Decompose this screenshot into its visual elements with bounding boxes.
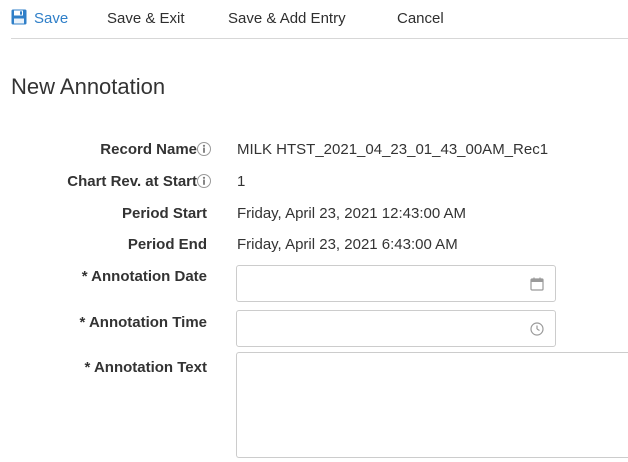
- toolbar: Save Save & Exit Save & Add Entry Cancel: [0, 0, 628, 38]
- page-title: New Annotation: [11, 74, 166, 99]
- annotation-date-field[interactable]: [236, 265, 556, 302]
- period-end-label: Period End: [127, 236, 207, 253]
- chart-rev-row: Chart Rev. at Start 1: [0, 172, 628, 192]
- period-start-label: Period Start: [121, 205, 207, 222]
- save-icon: [11, 9, 27, 25]
- record-name-label: Record Name: [100, 141, 197, 158]
- save-exit-button[interactable]: Save & Exit: [107, 9, 185, 29]
- chart-rev-value: 1: [237, 173, 246, 190]
- annotation-date-label: * Annotation Date: [81, 268, 207, 285]
- record-name-value: MILK HTST_2021_04_23_01_43_00AM_Rec1: [237, 141, 549, 158]
- chart-rev-label: Chart Rev. at Start: [67, 173, 197, 190]
- annotation-time-label: * Annotation Time: [79, 314, 208, 331]
- calendar-icon[interactable]: [530, 277, 544, 291]
- save-add-entry-button[interactable]: Save & Add Entry: [228, 9, 346, 29]
- annotation-time-input[interactable]: [237, 311, 517, 346]
- annotation-text-field[interactable]: [236, 352, 628, 458]
- toolbar-divider: [11, 38, 628, 39]
- save-button[interactable]: Save: [11, 9, 68, 29]
- annotation-time-field[interactable]: [236, 310, 556, 347]
- period-start-value: Friday, April 23, 2021 12:43:00 AM: [237, 205, 467, 222]
- period-end-value: Friday, April 23, 2021 6:43:00 AM: [237, 236, 458, 253]
- period-start-row: Period Start Friday, April 23, 2021 12:4…: [0, 204, 628, 224]
- cancel-button[interactable]: Cancel: [397, 9, 444, 29]
- annotation-text-input[interactable]: [237, 353, 628, 457]
- period-end-row: Period End Friday, April 23, 2021 6:43:0…: [0, 235, 628, 255]
- annotation-date-input[interactable]: [237, 266, 517, 301]
- record-name-row: Record Name MILK HTST_2021_04_23_01_43_0…: [0, 140, 628, 160]
- save-label: Save: [34, 10, 69, 27]
- info-icon[interactable]: [197, 174, 211, 188]
- annotation-text-label: * Annotation Text: [84, 359, 208, 376]
- clock-icon[interactable]: [530, 322, 544, 336]
- info-icon[interactable]: [197, 142, 211, 156]
